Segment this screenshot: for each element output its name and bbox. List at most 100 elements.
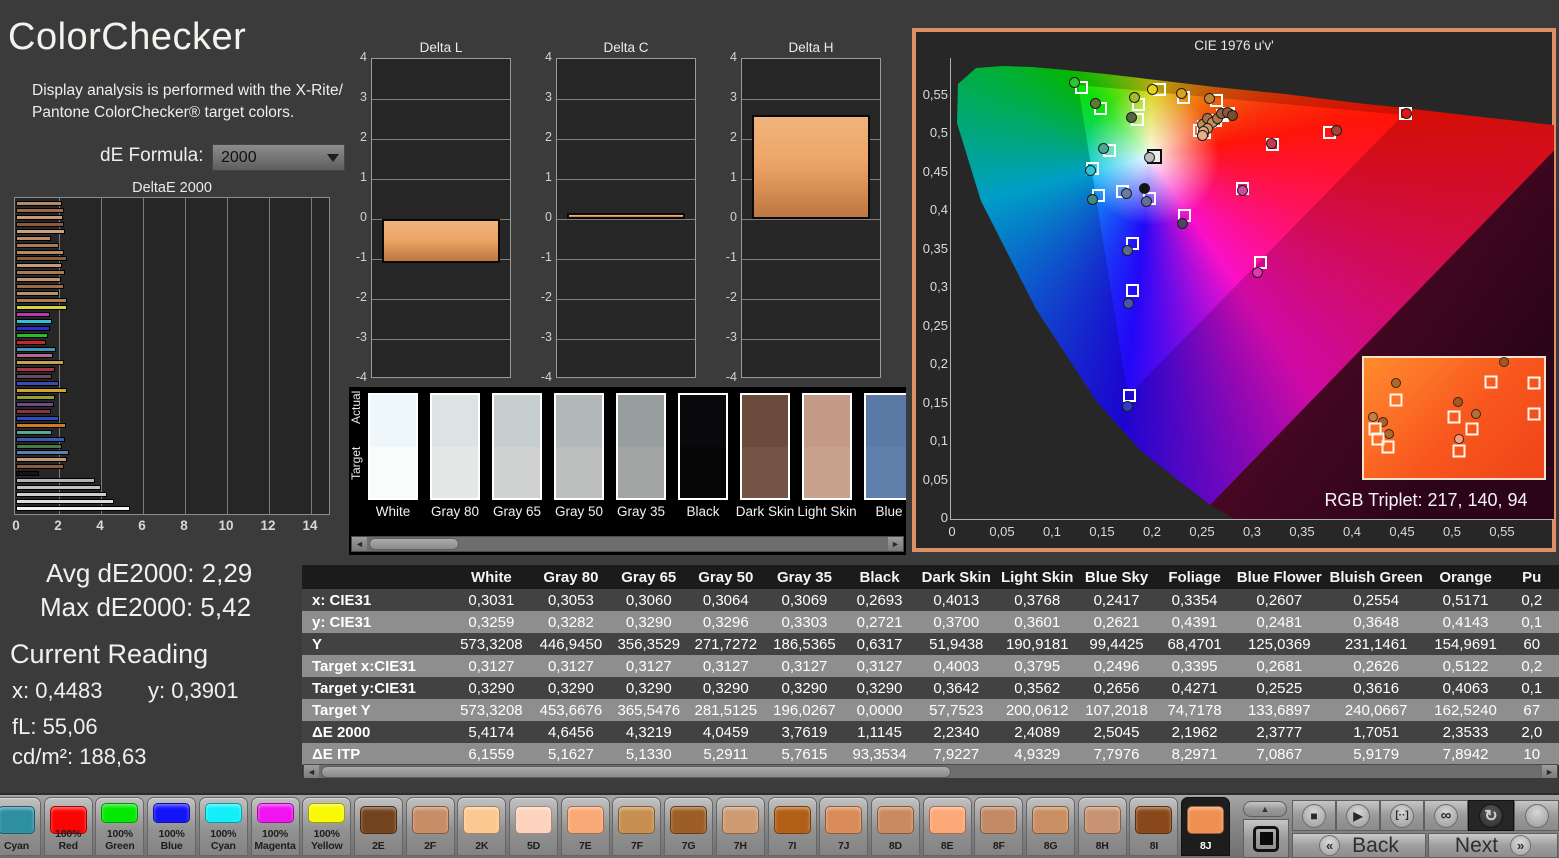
patch-tab-7f[interactable]: 7F bbox=[612, 797, 662, 856]
patch-color-chip bbox=[773, 806, 811, 834]
arrow-up-icon: ▲ bbox=[1260, 804, 1270, 814]
patch-tab-5d[interactable]: 5D bbox=[509, 797, 558, 856]
patch-tab-100-red[interactable]: 100% Red bbox=[43, 797, 93, 856]
patch-tab-8f[interactable]: 8F bbox=[974, 797, 1024, 856]
swatch-label: White bbox=[375, 504, 411, 519]
target-color bbox=[804, 446, 850, 498]
deltae-bar bbox=[16, 277, 62, 283]
play-button[interactable]: ▶ bbox=[1336, 800, 1380, 831]
patch-tab-7e[interactable]: 7E bbox=[560, 797, 610, 856]
axis-tick-label: 0,5 bbox=[929, 125, 948, 140]
patch-tab-2f[interactable]: 2F bbox=[405, 797, 455, 856]
patch-tab-cyan[interactable]: Cyan bbox=[0, 797, 41, 856]
refresh-icon: ↻ bbox=[1479, 803, 1503, 828]
deltae-bar bbox=[16, 228, 66, 234]
patch-tab-8h[interactable]: 8H bbox=[1077, 797, 1127, 856]
table-cell: 271,7272 bbox=[686, 633, 765, 655]
pattern-window-button[interactable] bbox=[1243, 819, 1289, 858]
deltae-bar bbox=[16, 298, 68, 304]
scrollbar-thumb[interactable] bbox=[321, 766, 951, 778]
axis-tick-label: 0,55 bbox=[1489, 524, 1515, 539]
bracket-button[interactable]: [··] bbox=[1380, 800, 1424, 831]
scroll-left-icon[interactable]: ◄ bbox=[304, 765, 319, 778]
column-header: Pu bbox=[1504, 565, 1559, 589]
table-row: y: CIE31 0,3259 0,3282 0,3290 0,3296 0,3303 0,… bbox=[302, 611, 1559, 633]
refresh-button[interactable]: ↻ bbox=[1468, 800, 1514, 831]
patch-tab-8e[interactable]: 8E bbox=[922, 797, 972, 856]
patch-tab-100-magenta[interactable]: 100% Magenta bbox=[250, 797, 300, 856]
scroll-right-icon[interactable]: ► bbox=[888, 537, 903, 551]
patch-color-chip bbox=[1083, 806, 1121, 834]
patch-color-chip bbox=[928, 806, 966, 834]
patch-tab-label: 100% Magenta bbox=[254, 828, 296, 852]
page-description: Display analysis is performed with the X… bbox=[32, 82, 343, 121]
measured-point bbox=[1390, 377, 1401, 388]
measured-point bbox=[1084, 165, 1096, 177]
patch-tab-7g[interactable]: 7G bbox=[664, 797, 714, 856]
target-square bbox=[1447, 410, 1461, 424]
table-scrollbar[interactable]: ◄ ► bbox=[303, 764, 1558, 778]
patch-tab-7j[interactable]: 7J bbox=[819, 797, 869, 856]
table-cell: 99,4425 bbox=[1076, 633, 1157, 655]
deltae-bar bbox=[16, 374, 52, 380]
patch-tab-100-cyan[interactable]: 100% Cyan bbox=[198, 797, 248, 856]
patch-tab-8g[interactable]: 8G bbox=[1026, 797, 1075, 856]
patch-tab-label: 2E bbox=[372, 839, 385, 852]
table-cell: 0,3395 bbox=[1156, 655, 1233, 677]
axis-tick-label: 12 bbox=[260, 518, 276, 533]
axis-tick-label: 0 bbox=[360, 210, 367, 224]
patch-tab-label: 7H bbox=[733, 839, 747, 852]
patch-color-chip bbox=[566, 806, 604, 834]
scroll-left-icon[interactable]: ◄ bbox=[352, 537, 367, 551]
cie-diagram-panel[interactable]: CIE 1976 u'v' 0 0,05 0,1 0,15 0,2 0,25 0,3 0,35… bbox=[912, 28, 1556, 552]
patch-tab-8j[interactable]: 8J bbox=[1181, 797, 1231, 856]
swatch-comparison-strip: Actual Target White Gray 80 Gray 65 Gray 50 Gr… bbox=[349, 387, 906, 555]
measurement-table: White Gray 80 Gray 65 Gray 50 Gray 35 Black Da… bbox=[302, 565, 1559, 765]
colorchecker-screen: ColorChecker Display analysis is perform… bbox=[0, 0, 1559, 858]
deltae-bar bbox=[16, 505, 130, 511]
back-button[interactable]: « Back bbox=[1292, 833, 1426, 858]
table-cell: 8,2971 bbox=[1156, 743, 1233, 765]
deltae-bar bbox=[16, 367, 55, 373]
infinity-button[interactable]: ∞ bbox=[1424, 800, 1468, 831]
patch-color-chip bbox=[670, 806, 708, 834]
measured-point bbox=[1236, 185, 1248, 197]
next-button-label: Next bbox=[1454, 833, 1499, 857]
table-cell: 0,3127 bbox=[451, 655, 532, 677]
de-formula-select[interactable]: 2000 bbox=[212, 144, 345, 171]
table-cell: 67 bbox=[1504, 699, 1559, 721]
scrollbar-thumb[interactable] bbox=[369, 538, 459, 550]
stop-button[interactable]: ■ bbox=[1292, 800, 1336, 831]
measurement-table-panel: White Gray 80 Gray 65 Gray 50 Gray 35 Black Da… bbox=[302, 565, 1559, 778]
target-square bbox=[1527, 376, 1541, 390]
next-button[interactable]: Next » bbox=[1428, 833, 1558, 858]
chevron-left-icon: « bbox=[1319, 835, 1341, 856]
scroll-up-button[interactable]: ▲ bbox=[1243, 801, 1287, 817]
patch-tab-8d[interactable]: 8D bbox=[870, 797, 920, 856]
scroll-right-icon[interactable]: ► bbox=[1542, 765, 1557, 778]
gridline bbox=[227, 198, 228, 514]
patch-tab-7h[interactable]: 7H bbox=[715, 797, 765, 856]
patch-tab-100-yellow[interactable]: 100% Yellow bbox=[302, 797, 352, 856]
table-cell: 0,3290 bbox=[686, 677, 765, 699]
patch-tab-100-green[interactable]: 100% Green bbox=[95, 797, 145, 856]
axis-tick-label: 4 bbox=[96, 518, 104, 533]
patch-tab-7i[interactable]: 7I bbox=[767, 797, 817, 856]
patch-tab-2k[interactable]: 2K bbox=[457, 797, 507, 856]
table-cell: 60 bbox=[1504, 633, 1559, 655]
deltae-bar bbox=[16, 471, 40, 477]
swatch-strip-scrollbar[interactable]: ◄ ► bbox=[351, 536, 904, 552]
avg-de2000-readout: Avg dE2000: 2,29 bbox=[46, 558, 253, 588]
deltae-bar bbox=[16, 395, 55, 401]
table-cell: 125,0369 bbox=[1232, 633, 1326, 655]
table-cell: 5,4174 bbox=[451, 721, 532, 743]
table-cell: 0,3127 bbox=[686, 655, 765, 677]
axis-tick-label: -3 bbox=[355, 330, 367, 344]
patch-tab-8i[interactable]: 8I bbox=[1129, 797, 1179, 856]
patch-tab-2e[interactable]: 2E bbox=[353, 797, 403, 856]
patch-color-chip bbox=[153, 803, 191, 823]
axis-tick-label: 0,1 bbox=[1042, 524, 1062, 539]
blank-button[interactable] bbox=[1514, 800, 1559, 831]
patch-tab-label: 2F bbox=[424, 839, 437, 852]
patch-tab-100-blue[interactable]: 100% Blue bbox=[147, 797, 197, 856]
